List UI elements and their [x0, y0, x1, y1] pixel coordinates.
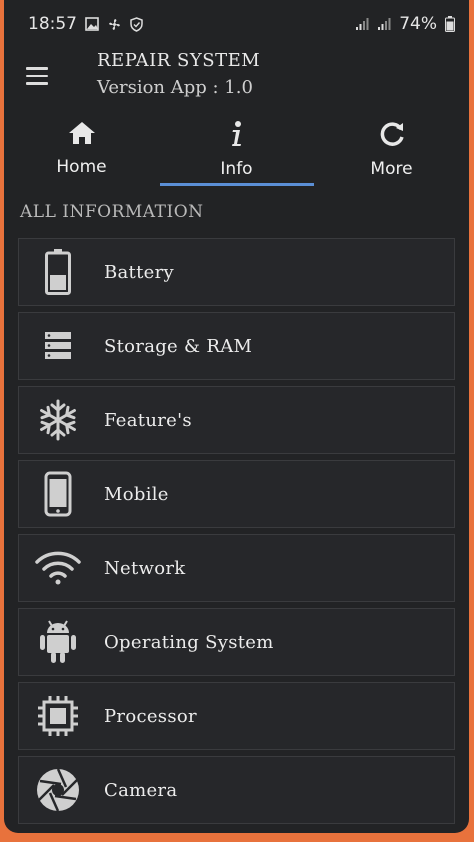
refresh-icon [377, 120, 407, 153]
fan-icon [107, 17, 122, 32]
status-time: 18:57 [28, 14, 77, 34]
home-icon [67, 120, 97, 151]
app-title: REPAIR SYSTEM [97, 50, 261, 71]
app-version: Version App : 1.0 [97, 77, 253, 98]
battery-icon [445, 16, 455, 32]
shield-icon [130, 16, 143, 32]
battery-icon [19, 249, 97, 295]
list-item-label: Network [104, 557, 186, 579]
status-bar: 18:57 74% [4, 0, 469, 48]
snowflake-icon [19, 399, 97, 441]
tab-more-label: More [370, 159, 413, 179]
info-list: Battery Storage & RAM Feature's Mobile N… [4, 238, 469, 824]
image-icon [85, 17, 99, 31]
list-item-label: Camera [104, 779, 178, 801]
list-item-camera[interactable]: Camera [18, 756, 455, 824]
phone-icon [19, 471, 97, 517]
section-title: ALL INFORMATION [20, 202, 204, 222]
signal-icon [355, 17, 369, 31]
tab-info-label: Info [220, 159, 253, 179]
tab-home[interactable]: Home [4, 106, 159, 186]
app-bar: REPAIR SYSTEM Version App : 1.0 [4, 48, 469, 108]
list-item-mobile[interactable]: Mobile [18, 460, 455, 528]
active-tab-indicator [160, 183, 314, 186]
battery-percent: 74% [399, 14, 437, 34]
tab-bar: Home Info More [4, 106, 469, 186]
hamburger-icon [26, 67, 48, 70]
tab-info[interactable]: Info [159, 106, 314, 186]
phone-screen: 18:57 74% REPAIR SYSTEM Version App: 1.… [4, 0, 469, 833]
tab-home-label: Home [56, 157, 107, 177]
list-item-label: Storage & RAM [104, 335, 253, 357]
tab-more[interactable]: More [314, 106, 469, 186]
list-item-storage[interactable]: Storage & RAM [18, 312, 455, 380]
menu-button[interactable] [26, 62, 54, 90]
wifi-icon [19, 549, 97, 587]
list-item-os[interactable]: Operating System [18, 608, 455, 676]
info-icon [227, 120, 247, 153]
android-icon [19, 619, 97, 665]
list-item-label: Feature's [104, 409, 192, 431]
signal-icon [377, 17, 391, 31]
list-item-label: Battery [104, 261, 174, 283]
list-item-battery[interactable]: Battery [18, 238, 455, 306]
list-item-processor[interactable]: Processor [18, 682, 455, 750]
list-item-label: Processor [104, 705, 197, 727]
aperture-icon [19, 767, 97, 813]
list-item-label: Mobile [104, 483, 169, 505]
chip-icon [19, 694, 97, 738]
storage-icon [19, 331, 97, 361]
list-item-network[interactable]: Network [18, 534, 455, 602]
list-item-label: Operating System [104, 631, 274, 653]
list-item-features[interactable]: Feature's [18, 386, 455, 454]
